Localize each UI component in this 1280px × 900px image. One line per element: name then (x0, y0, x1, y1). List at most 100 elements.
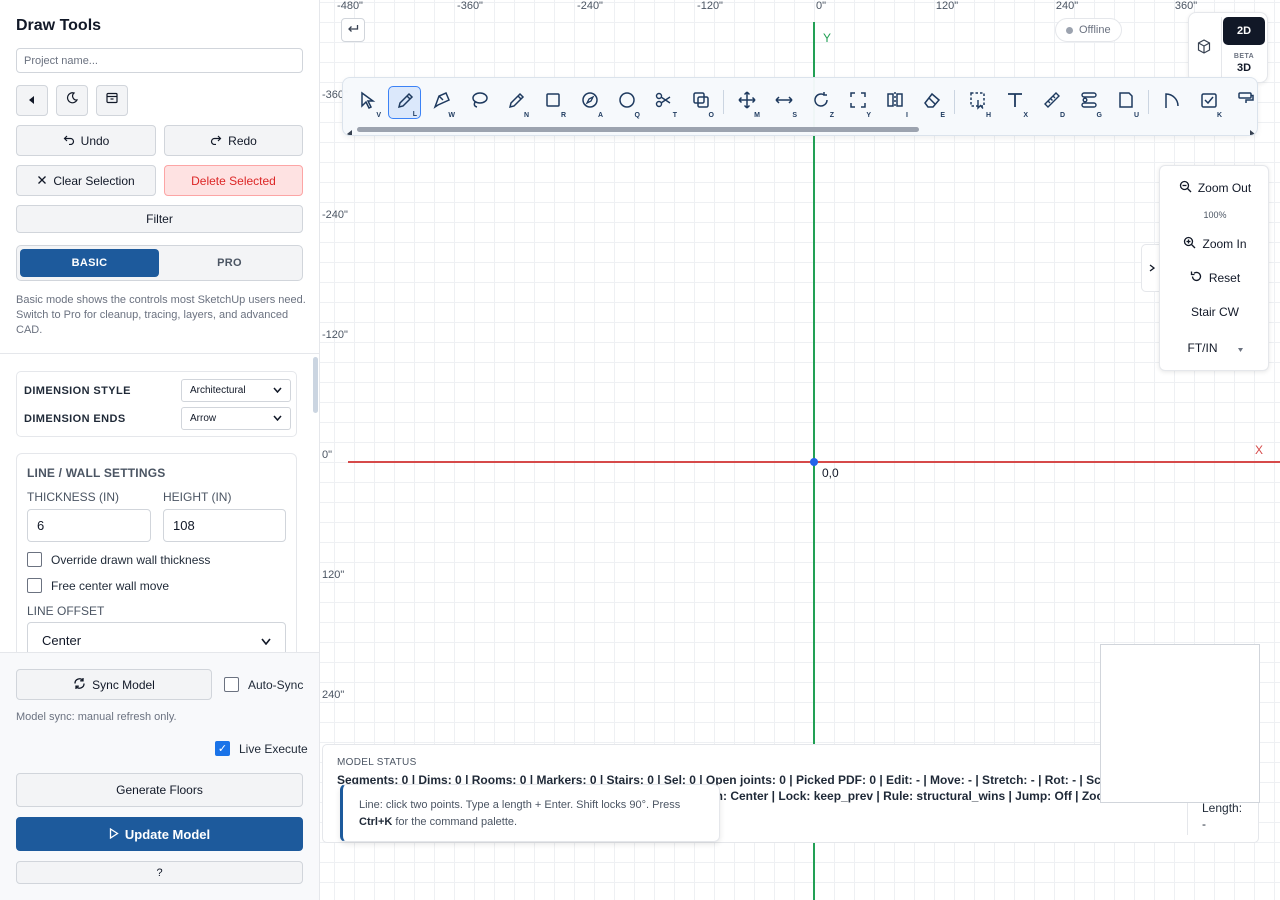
live-execute-label: Live Execute (239, 741, 308, 756)
line-offset-select[interactable]: Center (27, 622, 286, 652)
scale-tool[interactable]: Y (841, 86, 874, 119)
settings-scroll-area[interactable]: DIMENSION STYLE Architectural DIMENSION … (0, 355, 319, 652)
delete-selected-button[interactable]: Delete Selected (164, 165, 303, 196)
toolbar-tools: VLW N RAQTOMSZYIEH XDG U K (351, 85, 1257, 119)
ruler-tick: 240" (322, 689, 345, 701)
back-button[interactable] (16, 85, 48, 116)
chevron-down-icon (261, 633, 271, 648)
scroll-left-icon[interactable] (347, 125, 353, 135)
archive-button[interactable] (96, 85, 128, 116)
free-center-move-row[interactable]: Free center wall move (27, 578, 169, 593)
wall-settings-title: LINE / WALL SETTINGS (27, 466, 166, 480)
checkbox-tool[interactable]: K (1192, 86, 1225, 119)
return-arrow-icon (347, 21, 359, 39)
thickness-input[interactable]: 6 (27, 509, 151, 542)
mirror-tool[interactable]: I (878, 86, 911, 119)
move-tool[interactable]: M (730, 86, 763, 119)
mode-basic-button[interactable]: BASIC (20, 249, 159, 277)
live-execute-checkbox[interactable]: ✓ (215, 741, 230, 756)
filter-button[interactable]: Filter (16, 205, 303, 233)
project-name-input[interactable] (16, 48, 303, 73)
live-execute-row[interactable]: ✓ Live Execute (215, 741, 308, 756)
filter-label: Filter (146, 212, 173, 226)
dimension-style-select[interactable]: Architectural (181, 379, 291, 402)
units-select[interactable]: FT/IN (1160, 341, 1270, 355)
dimension-tool[interactable]: D (1035, 86, 1068, 119)
dimension-style-value: Architectural (190, 385, 246, 396)
paint-tool[interactable] (1229, 86, 1257, 119)
undo-label: Undo (80, 133, 110, 148)
select-tool[interactable]: V (351, 86, 384, 119)
shortcut-key: U (1133, 111, 1139, 119)
rectangle-tool[interactable]: R (536, 86, 569, 119)
rotate-tool[interactable]: Z (804, 86, 837, 119)
offset-tool[interactable]: O (684, 86, 717, 119)
help-label: ? (156, 866, 163, 879)
circle-tool[interactable]: Q (610, 86, 643, 119)
lasso-tool[interactable] (462, 86, 495, 119)
model-status-line-2: ign: Center | Lock: keep_prev | Rule: st… (705, 789, 1115, 803)
mode-pro-button[interactable]: PRO (160, 249, 299, 277)
settings-scrollbar[interactable] (313, 357, 318, 413)
height-input[interactable]: 108 (163, 509, 286, 542)
toolbar-scroll-thumb[interactable] (357, 127, 919, 132)
marquee-tool[interactable]: H (961, 86, 994, 119)
caret-down-icon (1237, 341, 1243, 355)
panel-collapse-tab[interactable] (1141, 244, 1161, 292)
delete-selected-label: Delete Selected (191, 173, 276, 188)
sync-model-button[interactable]: Sync Model (16, 669, 212, 700)
clear-selection-button[interactable]: Clear Selection (16, 165, 156, 196)
arc-tool[interactable]: A (573, 86, 606, 119)
undo-button[interactable]: Undo (16, 125, 156, 156)
wall-tool[interactable]: W (425, 86, 458, 119)
dimension-ends-select[interactable]: Arrow (181, 407, 291, 430)
zoom-in-button[interactable]: Zoom In (1160, 236, 1270, 252)
line-tool[interactable]: L (388, 85, 421, 119)
cube-icon[interactable] (1197, 39, 1211, 59)
minimap[interactable] (1100, 644, 1260, 803)
freehand-tool[interactable]: N (499, 86, 532, 119)
view-2d-button[interactable]: 2D (1223, 17, 1265, 45)
generate-floors-button[interactable]: Generate Floors (16, 773, 303, 807)
help-button[interactable]: ? (16, 861, 303, 884)
free-center-move-checkbox[interactable] (27, 578, 42, 593)
origin-point (810, 458, 818, 466)
trim-tool[interactable]: T (647, 86, 680, 119)
override-thickness-row[interactable]: Override drawn wall thickness (27, 552, 210, 567)
theme-toggle-button[interactable] (56, 85, 88, 116)
eraser-tool[interactable]: E (915, 86, 948, 119)
sidebar-footer: Sync Model Auto-Sync Model sync: manual … (0, 652, 319, 900)
stair-direction-button[interactable]: Stair CW (1160, 305, 1270, 319)
top-ruler: -480" -360" -240" -120" 0" 120" 240" 360… (320, 0, 1280, 14)
view-3d-button[interactable]: 3D (1223, 62, 1265, 74)
text-tool[interactable]: X (998, 86, 1031, 119)
group-tool[interactable]: G (1072, 86, 1105, 119)
override-thickness-checkbox[interactable] (27, 552, 42, 567)
auto-sync-row[interactable]: Auto-Sync (224, 677, 303, 692)
redo-button[interactable]: Redo (164, 125, 303, 156)
hint-shortcut: Ctrl+K (359, 816, 393, 828)
ruler-tick: 0" (322, 449, 333, 461)
reset-view-button[interactable]: Reset (1160, 270, 1270, 286)
hint-suffix: for the command palette. (392, 816, 518, 828)
redo-icon (210, 133, 222, 148)
toolbar-divider (723, 90, 724, 114)
shortcut-key: R (560, 111, 566, 119)
shortcut-key: X (1023, 111, 1028, 119)
door-tool[interactable] (1155, 86, 1188, 119)
update-model-button[interactable]: Update Model (16, 817, 303, 851)
drawing-canvas[interactable]: -480" -360" -240" -120" 0" 120" 240" 360… (320, 0, 1280, 900)
toolbar-divider (1148, 90, 1149, 114)
scroll-right-icon[interactable] (1249, 125, 1255, 135)
ungroup-tool[interactable]: U (1109, 86, 1142, 119)
text-icon (1005, 90, 1025, 115)
circle-icon (617, 90, 637, 115)
zoom-out-button[interactable]: Zoom Out (1160, 180, 1270, 196)
return-button[interactable] (341, 18, 365, 42)
auto-sync-checkbox[interactable] (224, 677, 239, 692)
stretch-tool[interactable]: S (767, 86, 800, 119)
toolbar-scrollbar[interactable] (347, 125, 1255, 135)
length-value: - (1202, 817, 1206, 831)
connection-status-label: Offline (1079, 24, 1111, 36)
archive-icon (105, 91, 119, 110)
